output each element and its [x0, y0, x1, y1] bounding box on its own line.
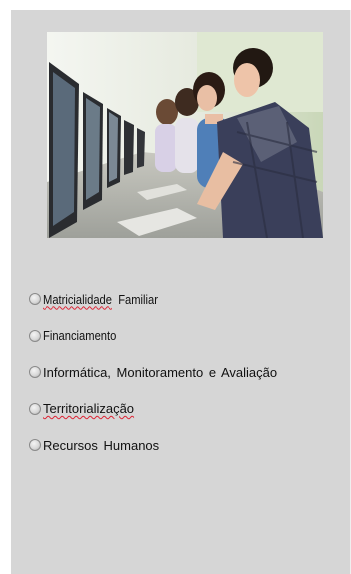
option-label: Matricialidade Familiar [43, 292, 158, 307]
option-label: Recursos Humanos [43, 437, 160, 453]
option-label-word: Matricialidade [43, 291, 112, 307]
option-informatica[interactable]: Informática, Monitoramento e Avaliação [29, 361, 349, 383]
option-label-word: Familiar [118, 291, 158, 307]
option-territorializacao[interactable]: Territorialização [29, 398, 349, 420]
radio-button[interactable] [29, 402, 41, 415]
option-matricialidade-familiar[interactable]: Matricialidade Familiar [29, 288, 349, 310]
option-financiamento[interactable]: Financiamento [29, 325, 349, 347]
computer-lab-photo [47, 32, 323, 238]
radio-button[interactable] [29, 439, 41, 451]
option-label: Informática, Monitoramento e Avaliação [43, 364, 278, 380]
radio-button[interactable] [29, 293, 41, 305]
radio-button[interactable] [29, 329, 41, 342]
radio-button[interactable] [29, 366, 41, 378]
answer-options: Matricialidade Familiar Financiamento In… [29, 288, 349, 456]
option-label: Financiamento [43, 328, 117, 343]
question-panel: Matricialidade Familiar Financiamento In… [11, 10, 351, 574]
option-recursos-humanos[interactable]: Recursos Humanos [29, 434, 349, 456]
option-label: Territorialização [43, 401, 135, 416]
students-at-computers-image [47, 32, 323, 238]
